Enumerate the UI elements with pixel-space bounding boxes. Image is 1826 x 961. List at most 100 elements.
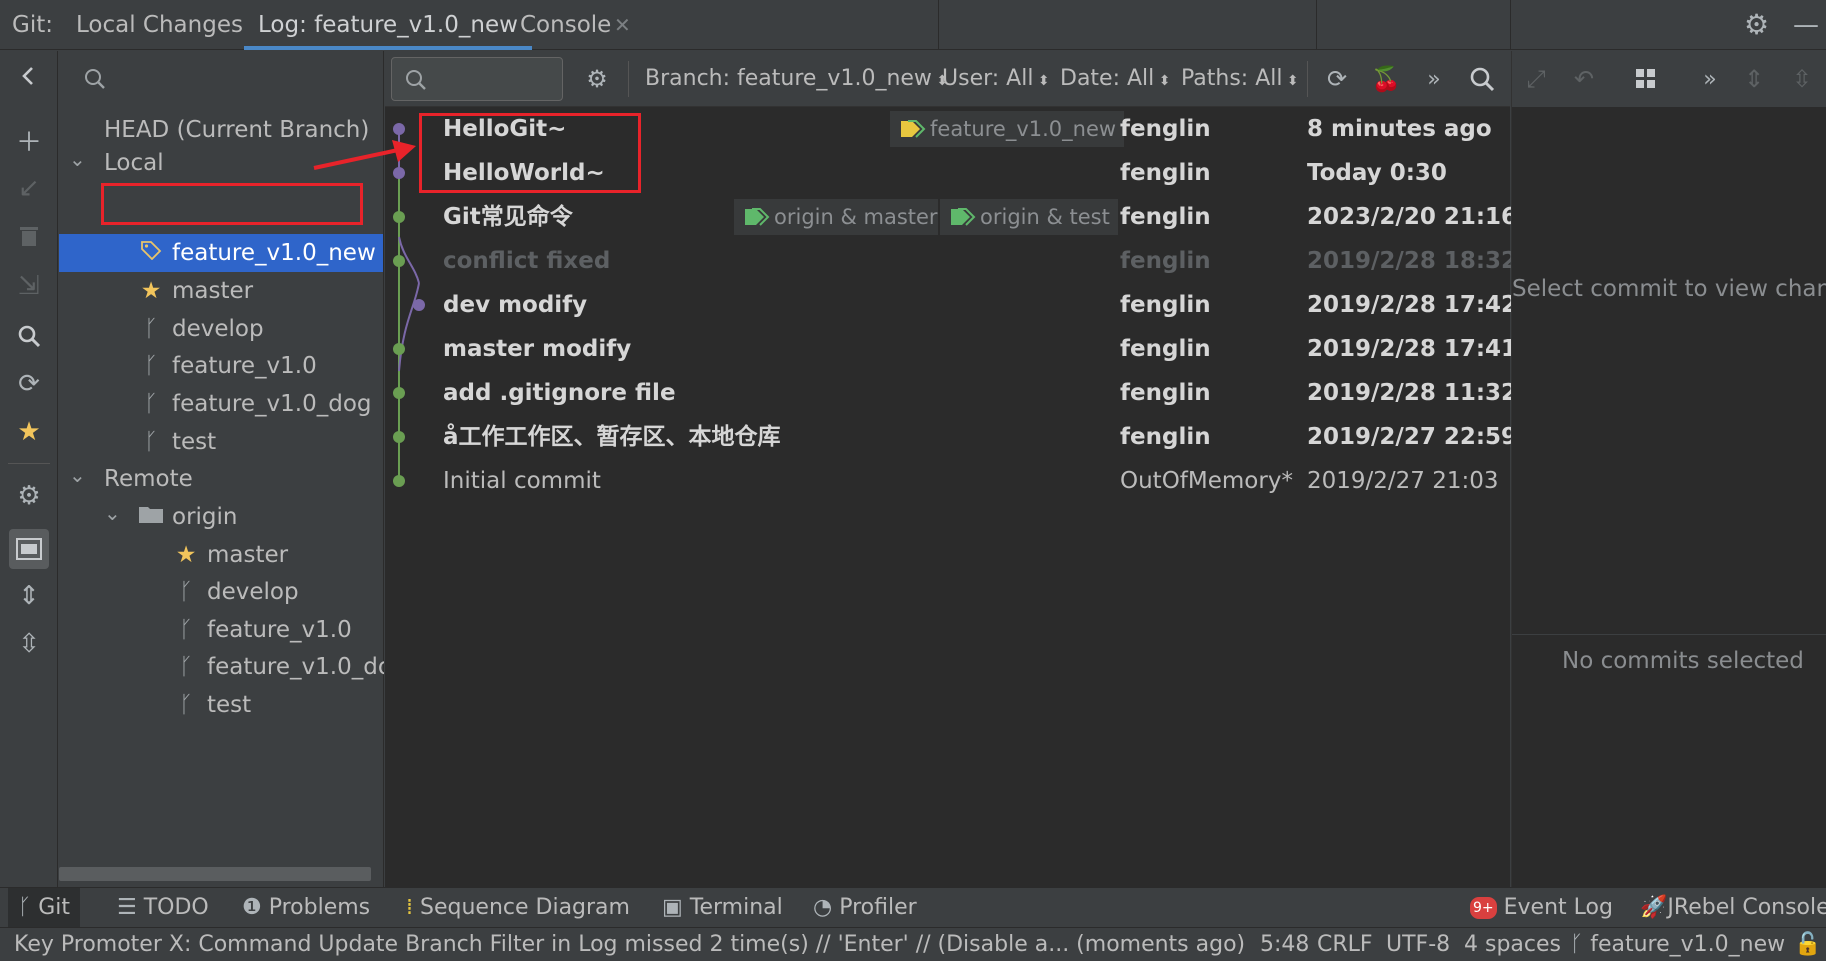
tool-problems-label: Problems [268, 895, 371, 920]
commit-author: fenglin [1120, 336, 1211, 362]
checkout-arrow-icon[interactable]: ↙ [14, 173, 44, 203]
tab-local-changes[interactable]: Local Changes [76, 0, 243, 50]
branch-filter-dropdown[interactable]: Branch: feature_v1.0_new ⬍ [645, 51, 948, 107]
commit-author: fenglin [1120, 116, 1211, 142]
lock-icon[interactable]: 🔓 [1794, 928, 1821, 961]
expand-all-icon[interactable]: ⇕ [1740, 65, 1768, 93]
commit-author: fenglin [1120, 248, 1211, 274]
branch-icon: ᚴ [179, 692, 193, 718]
paths-filter-dropdown[interactable]: Paths: All ⬍ [1181, 51, 1299, 107]
branch-item-local-feature-v1-0-dog[interactable]: ᚴ feature_v1.0_dog [138, 386, 371, 422]
log-settings-icon[interactable]: ⚙ [583, 65, 611, 93]
vcs-branch-widget[interactable]: ᚴ feature_v1.0_new [1570, 928, 1785, 961]
search-icon[interactable] [14, 321, 44, 351]
branch-label: develop [172, 316, 264, 342]
branch-item-remote-feature-v1-0[interactable]: ᚴ feature_v1.0 [173, 612, 352, 648]
merge-icon[interactable]: ⇲ [14, 271, 44, 301]
branch-item-remote-develop[interactable]: ᚴ develop [173, 574, 299, 610]
changes-placeholder: Select commit to view changes [1512, 276, 1826, 302]
branch-item-local-master[interactable]: ★ master [138, 273, 253, 309]
branch-icon: ᚴ [179, 617, 193, 643]
refresh-icon[interactable]: ⟳ [1323, 65, 1351, 93]
branch-label: master [172, 278, 254, 304]
show-diff-icon[interactable]: ⤢ [1522, 65, 1550, 93]
group-by-icon[interactable] [1632, 65, 1660, 93]
commit-message: Initial commit [443, 468, 601, 494]
status-message[interactable]: Key Promoter X: Command Update Branch Fi… [14, 928, 1245, 961]
branch-item-local-feature-v1-0-new[interactable]: feature_v1.0_new [138, 235, 376, 271]
caret-position[interactable]: 5:48 [1260, 928, 1309, 961]
commit-date: 2019/2/27 22:59 [1307, 424, 1518, 450]
revert-icon[interactable]: ↶ [1570, 65, 1598, 93]
branch-item-local-feature-v1-0[interactable]: ᚴ feature_v1.0 [138, 348, 317, 384]
branch-item-local-test[interactable]: ᚴ test [138, 424, 216, 460]
collapse-all-icon[interactable]: ⇳ [1788, 65, 1816, 93]
user-filter-dropdown[interactable]: User: All ⬍ [942, 51, 1050, 107]
commit-row[interactable]: master modify fenglin 2019/2/28 17:41 [385, 327, 1517, 371]
close-tab-icon[interactable]: ✕ [614, 0, 631, 50]
add-branch-icon[interactable]: ＋ [14, 125, 44, 158]
tool-profiler[interactable]: ◔ Profiler [813, 888, 917, 928]
group-by-directory-icon[interactable] [9, 529, 49, 569]
commit-date: 2023/2/20 21:16 [1307, 204, 1518, 230]
tool-todo[interactable]: ☰ TODO [117, 888, 209, 928]
file-encoding[interactable]: UTF-8 [1386, 928, 1450, 961]
line-separator[interactable]: CRLF [1317, 928, 1373, 961]
horizontal-scrollbar[interactable] [59, 867, 371, 881]
chevron-down-icon[interactable]: ⌄ [69, 463, 86, 487]
tool-problems[interactable]: ❶ Problems [242, 888, 370, 928]
more-actions-icon[interactable]: » [1696, 65, 1724, 93]
commit-row[interactable]: Initial commit OutOfMemory* 2019/2/27 21… [385, 459, 1510, 503]
favorite-star-icon[interactable]: ★ [14, 417, 44, 447]
commit-message: Git常见命令 [443, 204, 573, 230]
commit-row[interactable]: dev modify fenglin 2019/2/28 17:42 [385, 283, 1517, 327]
find-icon[interactable] [1468, 65, 1496, 93]
log-search-input[interactable] [391, 57, 563, 101]
chevron-down-icon[interactable]: ⌄ [69, 147, 86, 171]
tab-console[interactable]: Console [520, 0, 611, 50]
branch-label: feature_v1.0_new [172, 240, 376, 266]
cherry-pick-icon[interactable]: 🍒 [1371, 65, 1401, 93]
refresh-icon[interactable]: ⟳ [14, 369, 44, 399]
collapse-all-icon[interactable]: ⇳ [14, 629, 44, 659]
paths-filter-label: Paths: All [1181, 66, 1283, 91]
tool-terminal[interactable]: ▣ Terminal [662, 888, 783, 928]
details-splitter[interactable] [1512, 634, 1826, 635]
back-arrow-icon[interactable] [14, 61, 44, 91]
settings-icon[interactable]: ⚙ [14, 481, 44, 511]
branch-label: develop [207, 579, 299, 605]
commit-message: master modify [443, 336, 632, 362]
tag-label: feature_v1.0_new [930, 117, 1117, 141]
delete-branch-icon[interactable] [14, 221, 44, 251]
remote-origin-folder[interactable]: origin [138, 499, 238, 535]
indent-setting[interactable]: 4 spaces [1464, 928, 1561, 961]
branch-label: master [207, 542, 289, 568]
chevron-down-icon[interactable]: ⌄ [104, 501, 121, 525]
branch-search-field[interactable] [59, 51, 384, 107]
tool-event-log[interactable]: 9+ Event Log [1470, 888, 1613, 928]
details-toolbar: ⤢ ↶ » ⇕ ⇳ [1512, 51, 1826, 107]
settings-gear-icon[interactable]: ⚙ [1744, 0, 1769, 50]
branch-item-remote-master[interactable]: ★ master [173, 537, 288, 573]
minimize-icon[interactable]: — [1793, 0, 1819, 50]
branch-item-local-develop[interactable]: ᚴ develop [138, 311, 264, 347]
expand-all-icon[interactable]: ⇕ [14, 581, 44, 611]
remote-group-label[interactable]: Remote [104, 461, 193, 497]
tool-jrebel-console[interactable]: 🚀JRebel Console [1640, 888, 1826, 928]
tab-log[interactable]: Log: feature_v1.0_new [244, 0, 532, 50]
commit-details-panel: ⤢ ↶ » ⇕ ⇳ Select commit to view changes … [1511, 51, 1826, 887]
local-group-label[interactable]: Local [104, 145, 164, 181]
tool-git[interactable]: ᚴ Git [8, 888, 80, 928]
commit-row[interactable]: add .gitignore file fenglin 2019/2/28 11… [385, 371, 1517, 415]
tool-sequence-diagram[interactable]: ⁞ Sequence Diagram [406, 888, 630, 928]
folder-icon [138, 499, 164, 535]
date-filter-dropdown[interactable]: Date: All ⬍ [1060, 51, 1170, 107]
branch-item-remote-feature-v1-0-dog[interactable]: ᚴ feature_v1.0_dog [173, 649, 384, 685]
event-log-badge: 9+ [1470, 897, 1497, 919]
commit-row[interactable]: Git常见命令 origin & master origin & test fe… [385, 195, 1517, 239]
commit-row[interactable]: å工作工作区、暂存区、本地仓库 fenglin 2019/2/27 22:59 [385, 415, 1517, 459]
search-icon [85, 69, 105, 89]
more-actions-icon[interactable]: » [1420, 65, 1448, 93]
commit-row[interactable]: conflict fixed fenglin 2019/2/28 18:32 [385, 239, 1517, 283]
branch-item-remote-test[interactable]: ᚴ test [173, 687, 251, 723]
